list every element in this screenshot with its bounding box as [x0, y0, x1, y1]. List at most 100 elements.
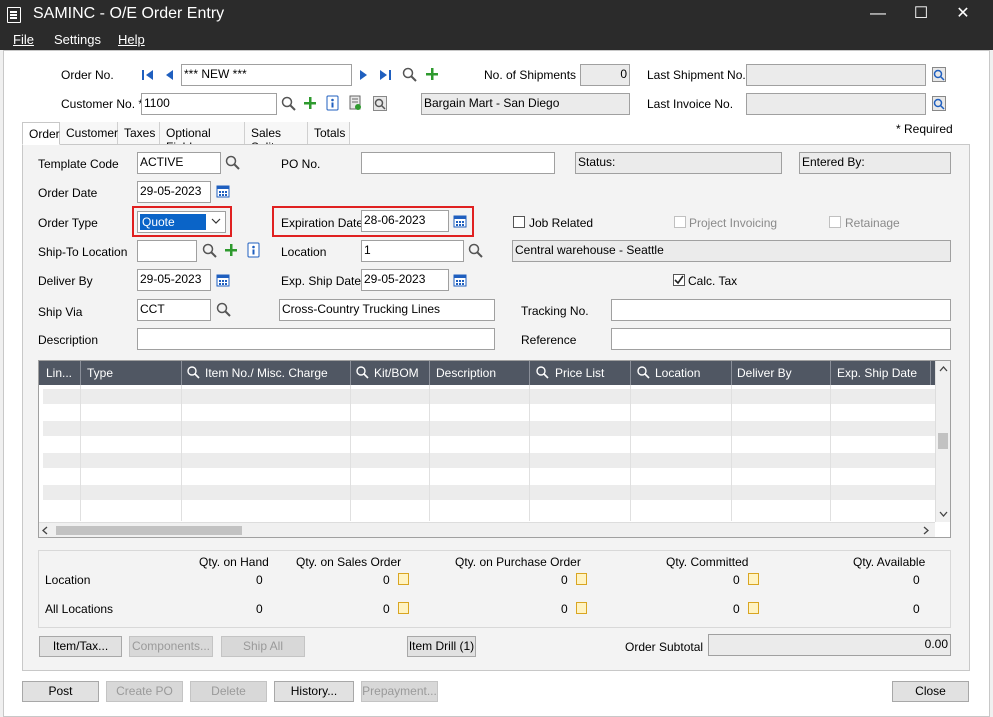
menu-help[interactable]: Help [118, 32, 145, 47]
detail-grid[interactable]: Lin... Type Item No./ Misc. Charge Kit/B… [38, 360, 951, 538]
retainage-checkbox[interactable] [829, 216, 841, 228]
grid-row[interactable] [43, 421, 935, 436]
previous-record-icon[interactable] [162, 68, 176, 82]
col-kit-bom[interactable]: Kit/BOM [374, 366, 419, 380]
customer-no-input[interactable]: 1100 [141, 93, 277, 115]
tab-sales-split[interactable]: Sales Split [245, 122, 308, 154]
post-button[interactable]: Post [22, 681, 99, 702]
components-button[interactable]: Components... [129, 636, 213, 657]
customer-info-icon[interactable] [326, 95, 339, 111]
tab-totals[interactable]: Totals [308, 122, 350, 144]
col-item-no[interactable]: Item No./ Misc. Charge [205, 366, 328, 380]
job-related-checkbox[interactable] [513, 216, 525, 228]
new-ship-to-icon[interactable] [224, 243, 238, 257]
order-type-select[interactable]: Quote [137, 211, 226, 233]
col-exp-ship-date[interactable]: Exp. Ship Date [837, 366, 917, 380]
reference-input[interactable] [611, 328, 951, 350]
order-no-input[interactable]: *** NEW *** [181, 64, 352, 86]
scroll-right-icon[interactable] [923, 526, 929, 535]
history-button[interactable]: History... [274, 681, 354, 702]
note-icon[interactable] [748, 602, 759, 614]
project-invoicing-checkbox[interactable] [674, 216, 686, 228]
menu-file[interactable]: File [13, 32, 34, 47]
horizontal-scroll-thumb[interactable] [56, 526, 242, 535]
exp-ship-calendar-icon[interactable] [453, 273, 467, 287]
col-location[interactable]: Location [655, 366, 700, 380]
ship-to-info-icon[interactable] [247, 242, 260, 258]
next-record-icon[interactable] [357, 68, 371, 82]
new-order-icon[interactable] [425, 67, 439, 81]
note-icon[interactable] [398, 573, 409, 585]
description-input[interactable] [137, 328, 495, 350]
tab-customer[interactable]: Customer [60, 122, 118, 144]
expiration-date-input[interactable]: 28-06-2023 [361, 210, 449, 232]
grid-row[interactable] [43, 485, 935, 500]
scroll-up-icon[interactable] [939, 366, 948, 372]
grid-row[interactable] [43, 389, 935, 404]
col-price-list[interactable]: Price List [555, 366, 604, 380]
po-no-label: PO No. [281, 157, 321, 171]
col-deliver-by[interactable]: Deliver By [737, 366, 792, 380]
note-icon[interactable] [576, 602, 587, 614]
exp-ship-input[interactable]: 29-05-2023 [361, 269, 449, 291]
col-line[interactable]: Lin... [46, 366, 72, 380]
ship-to-finder-icon[interactable] [202, 243, 217, 258]
note-icon[interactable] [576, 573, 587, 585]
last-record-icon[interactable] [378, 68, 392, 82]
customer-zoom-icon[interactable] [373, 96, 387, 111]
note-icon[interactable] [748, 573, 759, 585]
location-input[interactable]: 1 [361, 240, 464, 262]
deliver-calendar-icon[interactable] [216, 273, 230, 287]
close-window-button[interactable]: ✕ [940, 0, 986, 30]
calc-tax-checkbox[interactable] [673, 274, 685, 286]
delete-button[interactable]: Delete [190, 681, 267, 702]
grid-row[interactable] [43, 469, 935, 484]
first-record-icon[interactable] [141, 68, 155, 82]
customer-finder-icon[interactable] [281, 96, 296, 111]
minimize-button[interactable]: — [855, 0, 901, 30]
ship-via-input[interactable]: CCT [137, 299, 211, 321]
grid-row[interactable] [43, 501, 935, 516]
template-finder-icon[interactable] [225, 155, 240, 170]
customer-notes-icon[interactable] [349, 95, 362, 111]
shipment-zoom-icon[interactable] [932, 67, 946, 82]
template-code-input[interactable]: ACTIVE [137, 152, 221, 174]
tracking-input[interactable] [611, 299, 951, 321]
finder-icon[interactable] [402, 67, 417, 82]
grid-row[interactable] [43, 405, 935, 420]
location-finder-icon[interactable] [468, 243, 483, 258]
tab-taxes[interactable]: Taxes [118, 122, 160, 144]
horizontal-scrollbar[interactable] [39, 522, 935, 537]
grid-row[interactable] [43, 437, 935, 452]
tab-optional-fields[interactable]: Optional Fields [160, 122, 245, 154]
item-drill-button[interactable]: Item Drill (1) [407, 636, 476, 657]
po-no-input[interactable] [361, 152, 555, 174]
calendar-icon[interactable] [216, 184, 230, 198]
vertical-scroll-thumb[interactable] [938, 433, 948, 449]
col-description[interactable]: Description [436, 366, 496, 380]
deliver-by-input[interactable]: 29-05-2023 [137, 269, 211, 291]
scroll-left-icon[interactable] [42, 526, 48, 535]
invoice-zoom-icon[interactable] [932, 96, 946, 111]
ship-via-finder-icon[interactable] [216, 302, 231, 317]
last-invoice-field [746, 93, 926, 115]
tab-order[interactable]: Order [22, 122, 60, 145]
menu-settings[interactable]: Settings [54, 32, 101, 47]
note-icon[interactable] [398, 602, 409, 614]
ship-to-input[interactable] [137, 240, 197, 262]
maximize-button[interactable]: ☐ [898, 0, 944, 30]
vertical-scrollbar[interactable] [935, 361, 950, 522]
order-date-input[interactable]: 29-05-2023 [137, 181, 211, 203]
expiration-calendar-icon[interactable] [453, 214, 467, 228]
grid-row[interactable] [43, 453, 935, 468]
ship-via-description[interactable]: Cross-Country Trucking Lines [279, 299, 495, 321]
stock-value: 0 [561, 602, 568, 616]
scroll-down-icon[interactable] [939, 511, 948, 517]
item-tax-button[interactable]: Item/Tax... [39, 636, 122, 657]
new-customer-icon[interactable] [303, 96, 317, 110]
create-po-button[interactable]: Create PO [106, 681, 183, 702]
prepayment-button[interactable]: Prepayment... [361, 681, 438, 702]
close-button[interactable]: Close [892, 681, 969, 702]
col-type[interactable]: Type [87, 366, 113, 380]
ship-all-button[interactable]: Ship All [221, 636, 305, 657]
